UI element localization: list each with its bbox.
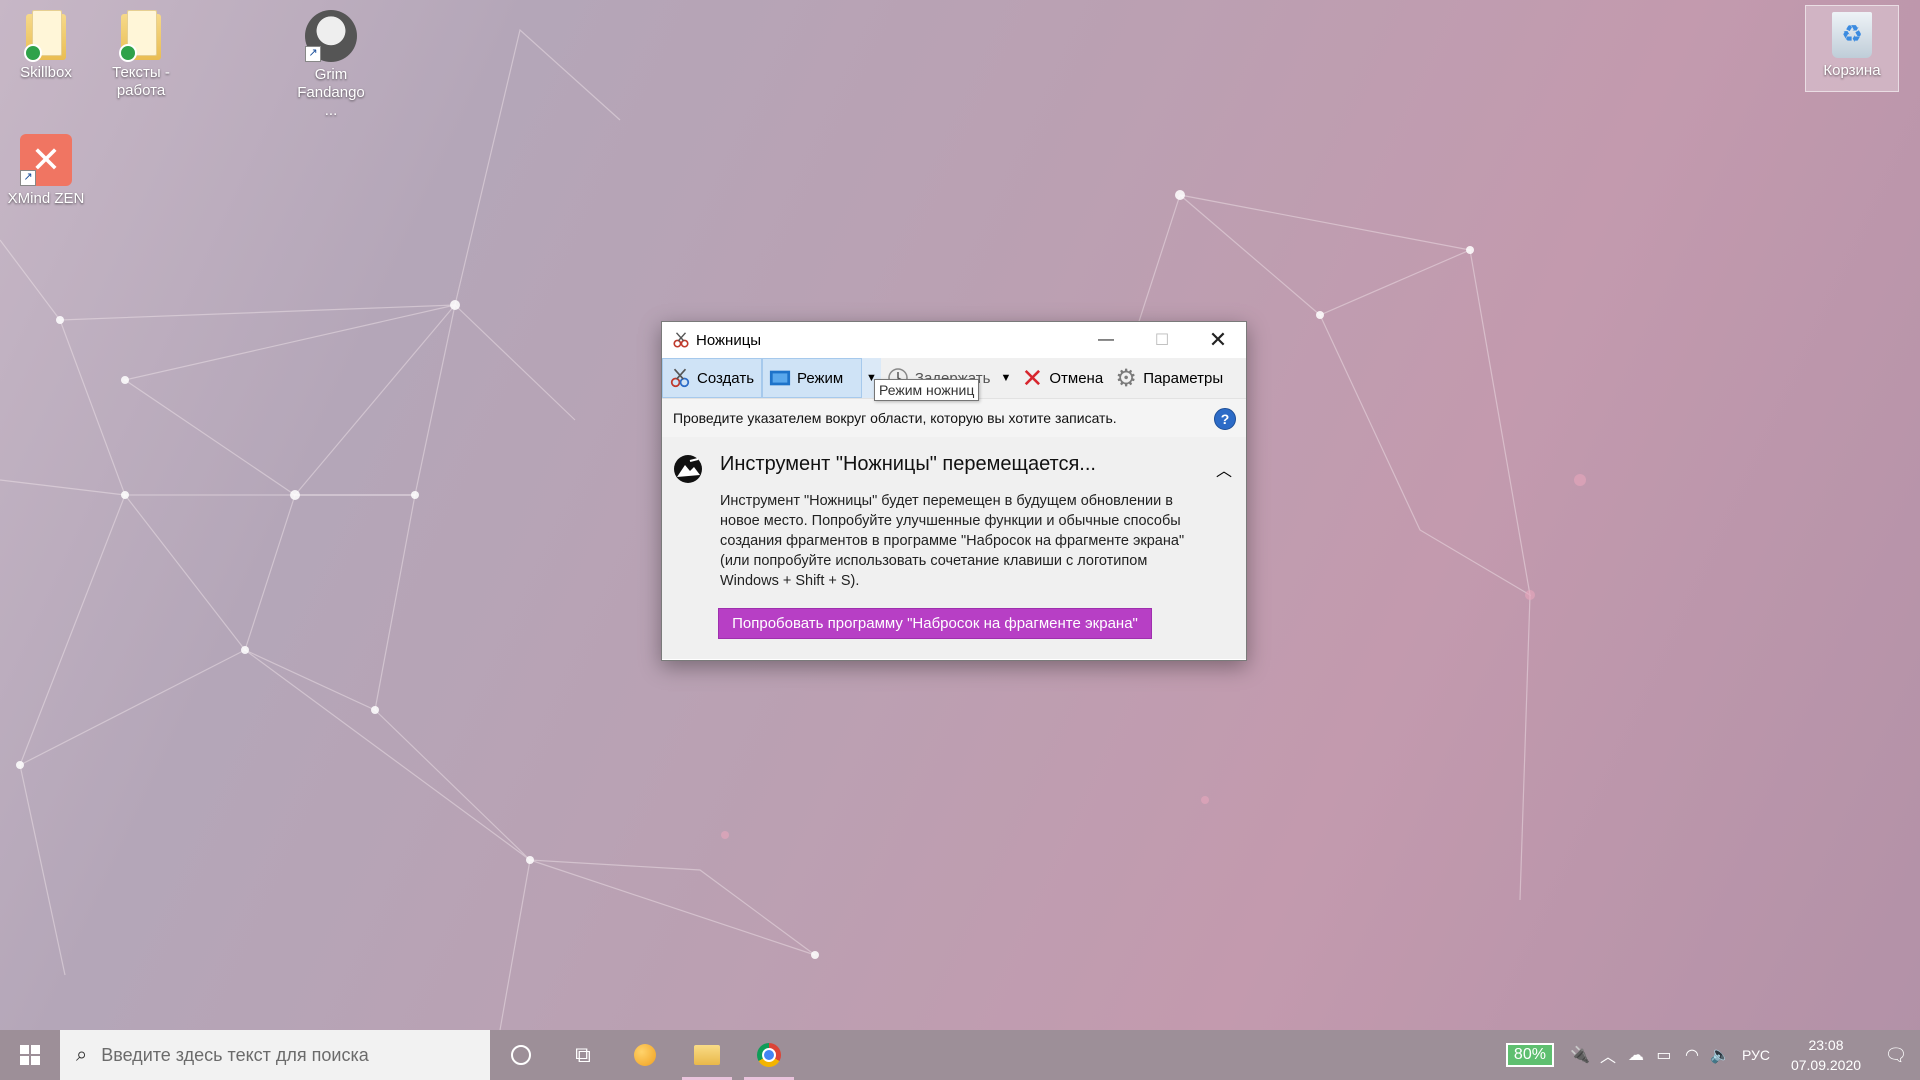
window-titlebar[interactable]: Ножницы — ☐ ✕: [662, 322, 1246, 358]
try-snip-sketch-button[interactable]: Попробовать программу "Набросок на фрагм…: [718, 608, 1152, 639]
collapse-chevron-icon[interactable]: ︿: [1216, 457, 1232, 481]
minimize-button[interactable]: —: [1078, 322, 1134, 358]
cortana-button[interactable]: [490, 1030, 552, 1080]
search-placeholder: Введите здесь текст для поиска: [101, 1044, 369, 1065]
gear-icon: ⚙: [1115, 364, 1137, 392]
sync-check-icon: [119, 44, 137, 62]
deprecation-notice: Инструмент "Ножницы" перемещается... ︿ И…: [662, 437, 1246, 659]
options-label: Параметры: [1143, 369, 1224, 387]
help-icon[interactable]: ?: [1214, 408, 1236, 430]
cancel-button[interactable]: ✕ Отмена: [1015, 358, 1109, 398]
taskbar-app-explorer[interactable]: [676, 1030, 738, 1080]
system-tray: 80% 🔌 ︿ ☁ ▭ ◠ 🔈 РУС 23:08 07.09.2020 🗨: [1505, 1030, 1920, 1080]
folder-icon: [24, 10, 66, 62]
grim-fandango-icon: ↗: [305, 10, 357, 62]
clock-date: 07.09.2020: [1790, 1057, 1862, 1073]
power-plug-icon[interactable]: 🔌: [1566, 1045, 1594, 1065]
recycle-bin-icon: ♻: [1832, 12, 1872, 58]
scissors-icon: [669, 367, 691, 389]
mode-button[interactable]: Режим: [762, 358, 862, 398]
new-snip-label: Создать: [697, 369, 755, 387]
desktop-icon-label: Grim Fandango ...: [297, 66, 365, 119]
taskbar-app-chrome[interactable]: [738, 1030, 800, 1080]
orange-app-icon: [634, 1044, 656, 1066]
cortana-circle-icon: [511, 1045, 531, 1065]
desktop-icon-label: Skillbox: [20, 64, 72, 81]
snip-sketch-icon: [674, 455, 702, 483]
battery-percentage[interactable]: 80%: [1505, 1043, 1554, 1067]
clock-time: 23:08: [1808, 1037, 1844, 1053]
action-center-icon[interactable]: 🗨: [1872, 1045, 1920, 1066]
taskbar: ⌕ Введите здесь текст для поиска ⧉ 80% 🔌…: [0, 1030, 1920, 1080]
desktop-icon-xmind[interactable]: ✕ ↗ XMind ZEN: [0, 124, 92, 208]
desktop-icon-recycle-bin[interactable]: ♻ Корзина: [1805, 5, 1899, 92]
notice-body: Инструмент "Ножницы" будет перемещен в б…: [720, 493, 1185, 589]
desktop-icon-skillbox[interactable]: Skillbox: [0, 0, 92, 82]
window-title: Ножницы: [696, 331, 762, 349]
show-hidden-icons-chevron[interactable]: ︿: [1594, 1043, 1622, 1067]
maximize-button[interactable]: ☐: [1134, 322, 1190, 358]
red-x-icon: ✕: [1021, 362, 1044, 393]
instruction-text: Проведите указателем вокруг области, кот…: [673, 410, 1117, 426]
xmind-icon: ✕ ↗: [20, 134, 72, 186]
rectangle-mode-icon: [769, 367, 791, 389]
folder-icon: [119, 10, 161, 62]
sync-check-icon: [24, 44, 42, 62]
mode-tooltip: Режим ножниц: [874, 379, 980, 401]
desktop-icon-label: Корзина: [1823, 62, 1881, 79]
notice-title: Инструмент "Ножницы" перемещается...: [720, 453, 1096, 475]
task-view-button[interactable]: ⧉: [552, 1030, 614, 1080]
delay-dropdown-arrow[interactable]: ▼: [996, 358, 1015, 398]
chrome-icon: [757, 1043, 781, 1067]
instruction-bar: Проведите указателем вокруг области, кот…: [662, 398, 1246, 437]
close-button[interactable]: ✕: [1190, 322, 1246, 358]
task-view-icon: ⧉: [575, 1042, 591, 1067]
shortcut-arrow-icon: ↗: [305, 46, 321, 62]
options-button[interactable]: ⚙ Параметры: [1109, 358, 1229, 398]
wifi-icon[interactable]: ◠: [1678, 1045, 1706, 1065]
taskbar-app-orange[interactable]: [614, 1030, 676, 1080]
file-explorer-icon: [694, 1045, 720, 1065]
clock[interactable]: 23:08 07.09.2020: [1780, 1035, 1872, 1075]
desktop-icon-texts-work[interactable]: Тексты - работа: [95, 0, 187, 100]
onedrive-cloud-icon[interactable]: ☁: [1622, 1045, 1650, 1065]
search-icon: ⌕: [76, 1043, 88, 1066]
taskbar-search-box[interactable]: ⌕ Введите здесь текст для поиска: [60, 1030, 490, 1080]
desktop-icon-grim-fandango[interactable]: ↗ Grim Fandango ...: [285, 0, 377, 120]
battery-icon[interactable]: ▭: [1650, 1045, 1678, 1065]
desktop-icon-label: Тексты - работа: [112, 64, 170, 99]
volume-icon[interactable]: 🔈: [1706, 1045, 1734, 1065]
input-language[interactable]: РУС: [1742, 1047, 1770, 1063]
cancel-label: Отмена: [1049, 369, 1104, 387]
new-snip-button[interactable]: Создать: [662, 358, 762, 398]
mode-label: Режим: [797, 369, 844, 387]
shortcut-arrow-icon: ↗: [20, 170, 36, 186]
desktop-icon-label: XMind ZEN: [7, 190, 85, 207]
windows-logo-icon: [20, 1045, 40, 1065]
start-button[interactable]: [0, 1030, 60, 1080]
snipping-tool-window: Ножницы — ☐ ✕ Создать Режим ▼ Задержать …: [661, 321, 1247, 661]
scissors-icon: [673, 332, 689, 348]
